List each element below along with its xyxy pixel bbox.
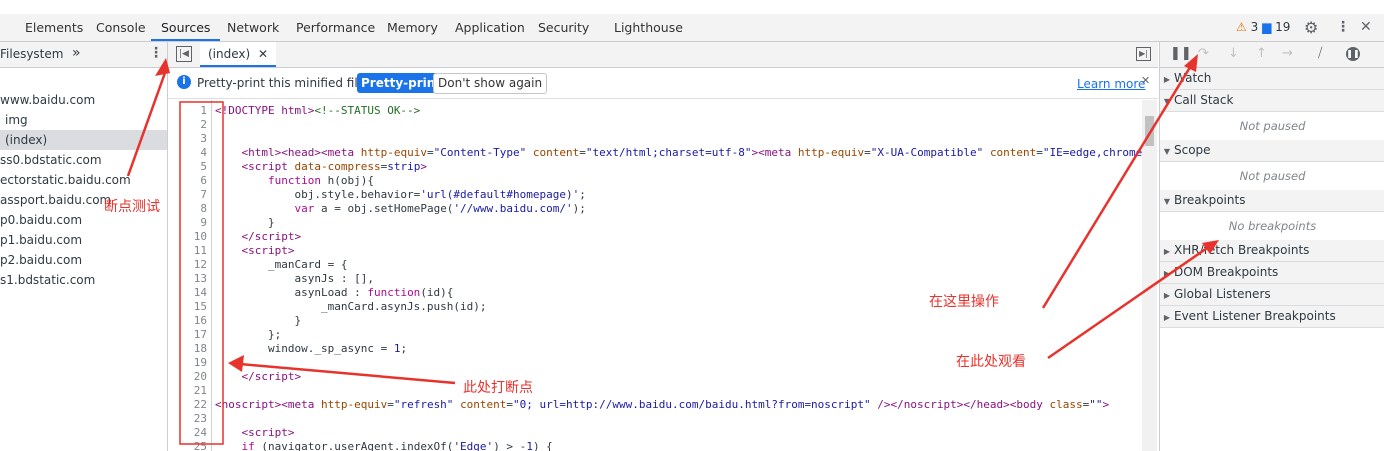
arrow-to-toggle-navigator [126, 69, 168, 177]
annotation-watch-here: 在此处观看 [956, 354, 1026, 370]
annotation-breakpoint-test: 断点测试 [104, 199, 160, 215]
arrow-to-gutter [239, 362, 456, 385]
arrowhead-4 [1202, 240, 1219, 254]
breakpoint-gutter-highlight [179, 101, 224, 445]
arrow-to-debugger-toolbar [1041, 63, 1194, 309]
annotation-operate-here: 在这里操作 [929, 294, 999, 310]
arrowhead-1 [155, 58, 170, 76]
annotation-overlay [126, 54, 1219, 445]
arrowhead-3 [1184, 54, 1198, 72]
arrow-to-breakpoints [1047, 244, 1211, 360]
annotation-set-breakpoint-here: 此处打断点 [463, 380, 533, 396]
arrowhead-2 [228, 355, 244, 372]
